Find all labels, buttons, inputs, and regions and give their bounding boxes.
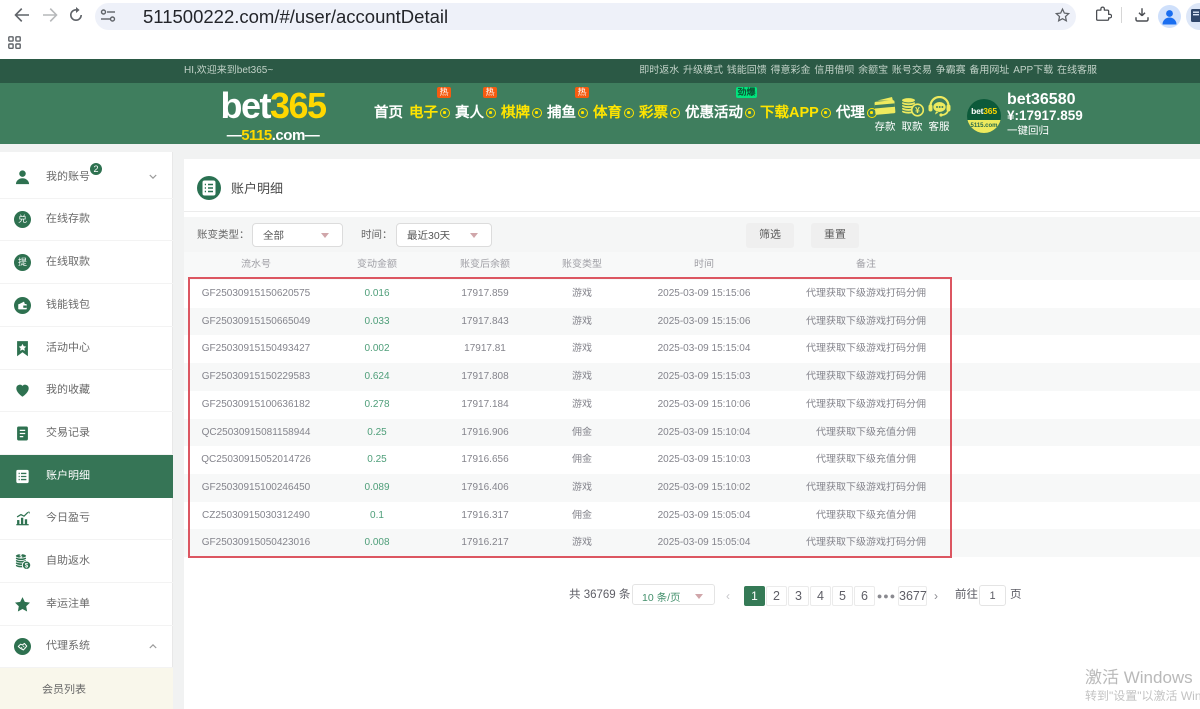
svg-text:$: $ — [20, 554, 23, 560]
svg-text:¥: ¥ — [915, 105, 920, 115]
svg-text:$: $ — [25, 562, 29, 569]
